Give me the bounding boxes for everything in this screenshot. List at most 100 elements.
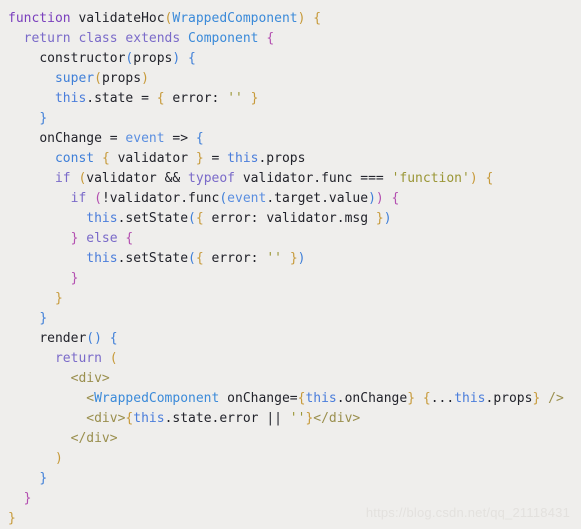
code-token: } (250, 91, 259, 106)
code-token: </div> (70, 431, 118, 446)
code-token: { (195, 211, 204, 226)
code-line[interactable]: </div> (8, 429, 581, 449)
code-line[interactable]: const { validator } = this.props (8, 149, 581, 169)
code-token: <div> (86, 411, 126, 426)
code-token: { (156, 91, 165, 106)
code-line[interactable]: } (8, 269, 581, 289)
code-token: this (86, 251, 118, 266)
code-token: WrappedComponent (94, 391, 220, 406)
code-token: .props (485, 391, 533, 406)
code-block[interactable]: function validateHoc(WrappedComponent) {… (8, 9, 581, 529)
code-token: === (360, 171, 384, 186)
code-token: { (109, 331, 118, 346)
code-line[interactable]: if (!validator.func(event.target.value))… (8, 189, 581, 209)
code-token: ) (383, 211, 392, 226)
code-line[interactable]: return ( (8, 349, 581, 369)
code-token: .props (258, 151, 306, 166)
code-line[interactable]: ) (8, 449, 581, 469)
code-token: } (70, 271, 79, 286)
code-line[interactable]: function validateHoc(WrappedComponent) { (8, 9, 581, 29)
code-token: { (313, 11, 322, 26)
code-line[interactable]: } (8, 509, 581, 529)
code-token: const (54, 151, 95, 166)
code-line[interactable]: constructor(props) { (8, 49, 581, 69)
code-token: event (125, 131, 165, 146)
code-token: props (101, 71, 142, 86)
code-token: .setState (117, 211, 189, 226)
code-token: ) (375, 191, 384, 206)
code-line[interactable]: this.setState({ error: validator.msg }) (8, 209, 581, 229)
code-token: event (227, 191, 267, 206)
code-token: this (454, 391, 486, 406)
code-line[interactable]: } (8, 469, 581, 489)
code-token: ( (86, 331, 95, 346)
code-token: ( (219, 191, 228, 206)
code-token: { (188, 51, 196, 66)
code-line[interactable]: <WrappedComponent onChange={this.onChang… (8, 389, 581, 409)
code-line[interactable]: } (8, 109, 581, 129)
code-token: } (39, 471, 48, 486)
code-token: this (227, 151, 259, 166)
code-line[interactable]: onChange = event => { (8, 129, 581, 149)
code-token: error: (203, 251, 267, 266)
code-line[interactable]: } else { (8, 229, 581, 249)
code-line[interactable]: <div> (8, 369, 581, 389)
code-token: validator (109, 151, 196, 166)
code-token: class (78, 31, 118, 46)
code-line[interactable]: super(props) (8, 69, 581, 89)
code-token: { (195, 251, 204, 266)
code-token: !validator.func (101, 191, 220, 206)
code-line[interactable]: this.setState({ error: '' }) (8, 249, 581, 269)
code-token: ) (368, 191, 376, 206)
code-token: = (109, 131, 118, 146)
code-token: ( (109, 351, 118, 366)
code-token: ) (469, 171, 478, 186)
code-token: .setState (117, 251, 189, 266)
code-token: = (289, 391, 298, 406)
code-line[interactable]: if (validator && typeof validator.func =… (8, 169, 581, 189)
code-token: { (125, 231, 134, 246)
code-token: } (407, 391, 416, 406)
code-line[interactable]: } (8, 289, 581, 309)
code-token: /> (548, 391, 564, 406)
code-token: error: (164, 91, 228, 106)
code-line[interactable]: return class extends Component { (8, 29, 581, 49)
code-token: this (305, 391, 337, 406)
code-token: .state.error (164, 411, 267, 426)
code-token: this (54, 91, 87, 106)
code-line[interactable]: this.state = { error: '' } (8, 89, 581, 109)
code-token: } (54, 291, 63, 306)
code-line[interactable]: render() { (8, 329, 581, 349)
code-token: && (164, 171, 181, 186)
code-token: { (422, 391, 431, 406)
code-line[interactable]: <div>{this.state.error || ''}</div> (8, 409, 581, 429)
code-token: extends (125, 31, 181, 46)
code-line[interactable]: } (8, 489, 581, 509)
code-token: ) (141, 71, 149, 86)
code-token: ) (94, 331, 102, 346)
code-token: .target.value (266, 191, 369, 206)
code-token: ( (94, 191, 102, 206)
code-token: } (195, 151, 204, 166)
code-token: } (39, 311, 48, 326)
code-line[interactable]: } (8, 309, 581, 329)
code-token: props (133, 51, 173, 66)
